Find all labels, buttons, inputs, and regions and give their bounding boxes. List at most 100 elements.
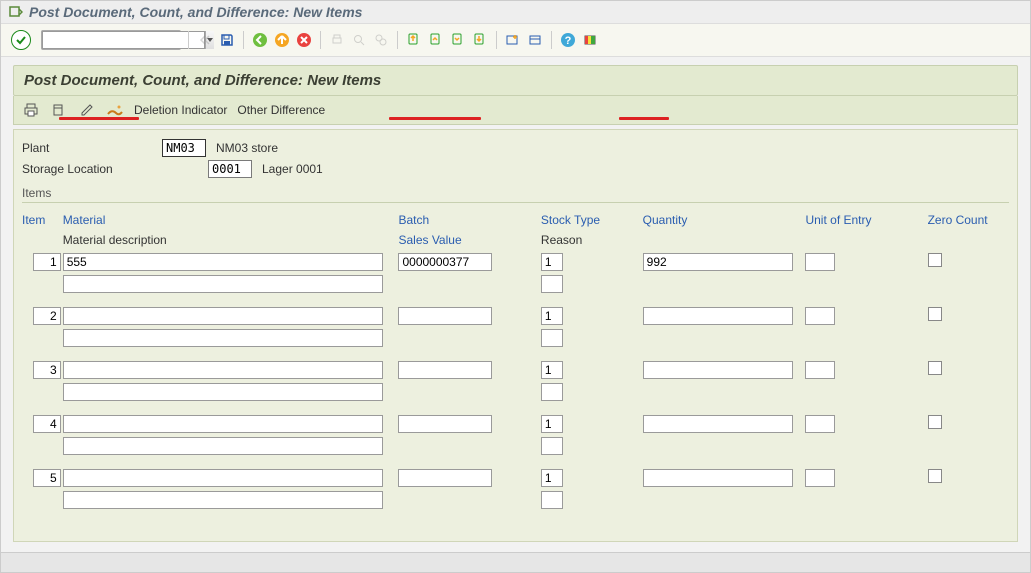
back-double-icon: [196, 31, 214, 49]
unit-of-entry-input[interactable]: [805, 469, 835, 487]
col-reason: Reason: [541, 231, 643, 251]
material-description-input[interactable]: [63, 437, 383, 455]
batch-input[interactable]: [398, 307, 492, 325]
material-description-input[interactable]: [63, 491, 383, 509]
col-quantity[interactable]: Quantity: [643, 211, 806, 231]
col-item[interactable]: Item: [22, 211, 63, 231]
table-row: [22, 359, 1009, 381]
zero-count-checkbox[interactable]: [928, 469, 942, 483]
first-page-icon[interactable]: [405, 31, 423, 49]
material-input[interactable]: [63, 361, 383, 379]
plant-code-input[interactable]: [162, 139, 206, 157]
help-icon[interactable]: ?: [559, 31, 577, 49]
unit-of-entry-input[interactable]: [805, 253, 835, 271]
batch-input[interactable]: [398, 253, 492, 271]
prev-page-icon[interactable]: [427, 31, 445, 49]
exit-icon[interactable]: [273, 31, 291, 49]
reason-input[interactable]: [541, 275, 563, 293]
find-next-icon: [372, 31, 390, 49]
material-description-input[interactable]: [63, 383, 383, 401]
deletion-indicator-button[interactable]: Deletion Indicator: [134, 103, 227, 117]
customize-icon[interactable]: [581, 31, 599, 49]
window-menu-icon[interactable]: [9, 5, 23, 19]
col-unit-of-entry[interactable]: Unit of Entry: [805, 211, 927, 231]
batch-input[interactable]: [398, 415, 492, 433]
item-number-field: [33, 253, 61, 271]
reason-input[interactable]: [541, 437, 563, 455]
quantity-input[interactable]: [643, 415, 793, 433]
material-input[interactable]: [63, 469, 383, 487]
quantity-input[interactable]: [643, 307, 793, 325]
col-sales-value[interactable]: Sales Value: [398, 231, 540, 251]
last-page-icon[interactable]: [471, 31, 489, 49]
storage-location-label: Storage Location: [22, 162, 152, 176]
item-number-field: [33, 469, 61, 487]
zero-count-checkbox[interactable]: [928, 307, 942, 321]
window-title: Post Document, Count, and Difference: Ne…: [29, 4, 362, 20]
stock-type-input[interactable]: [541, 253, 563, 271]
stock-type-input[interactable]: [541, 307, 563, 325]
stock-type-input[interactable]: [541, 469, 563, 487]
unit-of-entry-input[interactable]: [805, 361, 835, 379]
next-page-icon[interactable]: [449, 31, 467, 49]
stock-type-input[interactable]: [541, 415, 563, 433]
material-input[interactable]: [63, 307, 383, 325]
material-description-input[interactable]: [63, 275, 383, 293]
print-preview-icon[interactable]: [22, 101, 40, 119]
table-row-detail: [22, 489, 1009, 521]
table-row-detail: [22, 273, 1009, 305]
item-number-field: [33, 307, 61, 325]
svg-text:?: ?: [565, 35, 572, 47]
col-zero-count[interactable]: Zero Count: [928, 211, 1009, 231]
unit-of-entry-input[interactable]: [805, 307, 835, 325]
material-description-input[interactable]: [63, 329, 383, 347]
back-icon[interactable]: [251, 31, 269, 49]
reason-input[interactable]: [541, 383, 563, 401]
page-title: Post Document, Count, and Difference: Ne…: [13, 65, 1018, 96]
status-bar: [1, 552, 1030, 572]
stock-type-input[interactable]: [541, 361, 563, 379]
quantity-input[interactable]: [643, 469, 793, 487]
col-stock-type[interactable]: Stock Type: [541, 211, 643, 231]
new-session-icon[interactable]: [504, 31, 522, 49]
cancel-icon[interactable]: [295, 31, 313, 49]
item-number-field: [33, 361, 61, 379]
plant-label: Plant: [22, 141, 152, 155]
col-material-description: Material description: [63, 231, 399, 251]
quantity-input[interactable]: [643, 253, 793, 271]
zero-count-checkbox[interactable]: [928, 361, 942, 375]
zero-count-checkbox[interactable]: [928, 415, 942, 429]
col-material[interactable]: Material: [63, 211, 399, 231]
ok-enter-button[interactable]: [11, 30, 31, 50]
reason-input[interactable]: [541, 329, 563, 347]
batch-input[interactable]: [398, 469, 492, 487]
table-row-detail: [22, 435, 1009, 467]
window-titlebar: Post Document, Count, and Difference: Ne…: [1, 1, 1030, 24]
layout-icon[interactable]: [526, 31, 544, 49]
storage-location-input[interactable]: [208, 160, 252, 178]
save-icon[interactable]: [218, 31, 236, 49]
reason-input[interactable]: [541, 491, 563, 509]
app-toolbar: Deletion Indicator Other Difference: [13, 96, 1018, 125]
command-field-wrapper: [41, 30, 181, 50]
table-row: [22, 413, 1009, 435]
item-number-field: [33, 415, 61, 433]
unit-of-entry-input[interactable]: [805, 415, 835, 433]
material-input[interactable]: [63, 415, 383, 433]
quantity-input[interactable]: [643, 361, 793, 379]
material-input[interactable]: [63, 253, 383, 271]
print-icon: [328, 31, 346, 49]
app-window: Post Document, Count, and Difference: Ne…: [0, 0, 1031, 573]
zero-count-checkbox[interactable]: [928, 253, 942, 267]
items-section-title: Items: [22, 186, 1009, 200]
main-panel: Plant NM03 store Storage Location Lager …: [13, 129, 1018, 542]
other-difference-button[interactable]: Other Difference: [237, 103, 325, 117]
command-field[interactable]: [42, 31, 205, 49]
system-toolbar: ?: [1, 24, 1030, 57]
find-icon: [350, 31, 368, 49]
col-batch[interactable]: Batch: [398, 211, 540, 231]
table-row: [22, 305, 1009, 327]
plant-description: NM03 store: [216, 141, 278, 155]
table-row-detail: [22, 381, 1009, 413]
batch-input[interactable]: [398, 361, 492, 379]
